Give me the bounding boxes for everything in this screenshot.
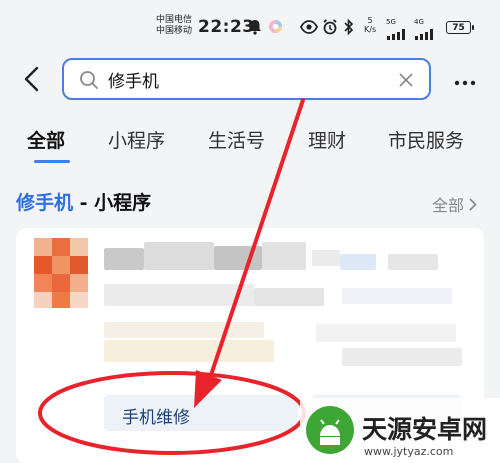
network-speed-value: 5 bbox=[367, 16, 373, 25]
bell-icon bbox=[248, 19, 262, 39]
section-title: 修手机 - 小程序 bbox=[16, 188, 151, 215]
search-bar[interactable] bbox=[62, 58, 431, 100]
section-keyword: 修手机 bbox=[16, 192, 74, 214]
clear-icon[interactable] bbox=[399, 72, 413, 91]
tab-finance[interactable]: 理财 bbox=[308, 126, 346, 153]
android-logo-icon bbox=[306, 406, 354, 454]
search-input[interactable] bbox=[108, 66, 388, 92]
clock: 22:23 bbox=[198, 17, 255, 37]
active-tab-indicator bbox=[34, 160, 70, 163]
mini-program-logo bbox=[34, 238, 88, 308]
service-chip-phone-repair[interactable]: 手机维修 bbox=[104, 395, 298, 431]
section-separator: - bbox=[73, 192, 95, 214]
network-speed-unit: K/s bbox=[364, 25, 377, 34]
service-chip-label: 手机维修 bbox=[122, 408, 190, 428]
carrier-1: 中国电信 bbox=[156, 15, 193, 25]
alarm-icon bbox=[322, 19, 338, 39]
tab-citizen-services[interactable]: 市民服务 bbox=[388, 126, 464, 153]
chevron-right-icon bbox=[469, 196, 477, 215]
see-all-label: 全部 bbox=[432, 196, 465, 215]
back-arrow-icon[interactable] bbox=[20, 66, 46, 92]
battery-indicator: 75 bbox=[446, 21, 474, 34]
tab-mini-programs[interactable]: 小程序 bbox=[108, 126, 165, 153]
section-category: 小程序 bbox=[94, 192, 152, 214]
watermark-name: 天源安卓网 bbox=[362, 415, 488, 444]
network-speed: 5 K/s bbox=[364, 16, 376, 34]
tab-life-accounts[interactable]: 生活号 bbox=[208, 126, 265, 153]
signal-2-icon bbox=[415, 25, 437, 44]
see-all-link[interactable]: 全部 bbox=[432, 192, 477, 216]
more-icon[interactable] bbox=[454, 77, 476, 86]
watermark-url: www.jytyaz.com bbox=[364, 445, 454, 458]
search-icon bbox=[79, 70, 99, 94]
color-wheel-icon bbox=[268, 19, 283, 38]
tab-all[interactable]: 全部 bbox=[27, 126, 65, 153]
status-bar: 中国电信 中国移动 22:23 5 K/s 5G 4G 75 bbox=[0, 0, 500, 54]
signal-1-icon bbox=[387, 25, 409, 44]
category-tabs: 全部 小程序 生活号 理财 市民服务 bbox=[0, 118, 500, 168]
carrier-2: 中国移动 bbox=[156, 26, 193, 36]
carrier-info: 中国电信 中国移动 bbox=[156, 15, 192, 37]
eye-icon bbox=[299, 19, 319, 38]
bluetooth-icon bbox=[344, 18, 354, 39]
